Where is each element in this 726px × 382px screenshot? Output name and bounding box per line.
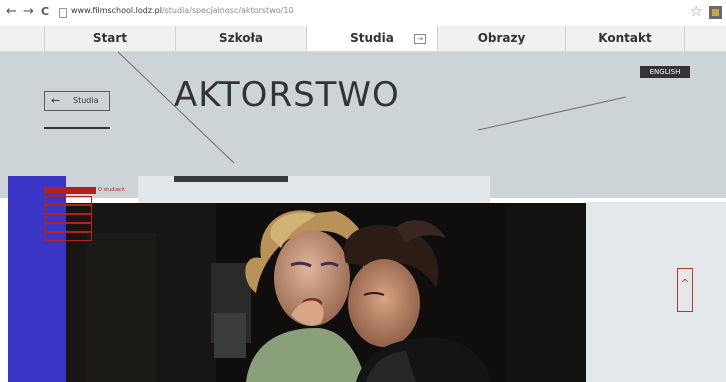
hero-photo (66, 203, 586, 382)
submenu-active-item[interactable] (44, 187, 96, 194)
arrow-left-icon: ← (51, 94, 61, 107)
submenu-item[interactable] (44, 232, 92, 241)
submenu-item[interactable] (44, 196, 92, 205)
chevron-up-icon: ^ (680, 277, 690, 290)
language-switch-button[interactable]: ENGLISH (640, 66, 690, 78)
submenu-item[interactable] (44, 205, 92, 214)
page-title: AKTORSTWO (174, 75, 400, 115)
submenu-label[interactable]: O studiach (98, 187, 125, 194)
back-to-studia-button[interactable]: ← Studia (44, 91, 110, 111)
submenu-item[interactable] (44, 223, 92, 232)
right-side-panel (586, 202, 726, 382)
scroll-to-top-button[interactable]: ^ (677, 268, 693, 312)
submenu-item[interactable] (44, 214, 92, 223)
divider (44, 127, 110, 129)
back-button-label: Studia (73, 96, 99, 105)
dark-accent-bar (174, 176, 288, 182)
